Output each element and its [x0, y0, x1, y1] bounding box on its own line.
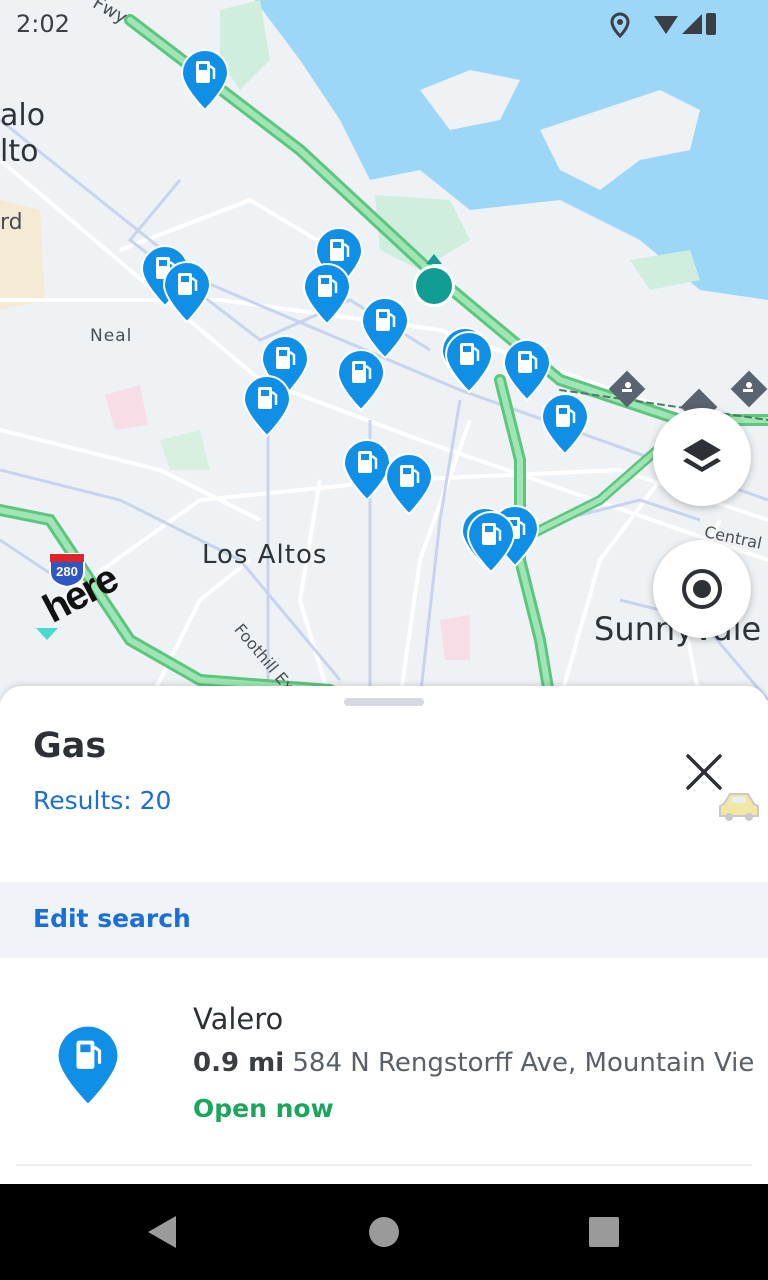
location-target-icon: [682, 569, 722, 609]
edit-search-link[interactable]: Edit search: [33, 904, 191, 933]
result-name: Valero: [193, 1002, 284, 1036]
gas-pin-icon[interactable]: [384, 452, 434, 516]
edit-search-bar[interactable]: Edit search: [0, 882, 768, 958]
status-time: 2:02: [16, 10, 70, 38]
result-open-status: Open now: [193, 1094, 334, 1123]
map-view[interactable]: alo lto rd Neal Los Altos Foothill Expy …: [0, 0, 768, 700]
gas-pin-icon[interactable]: [180, 48, 230, 112]
gas-pin-icon[interactable]: [302, 262, 352, 326]
gas-station-icon: [56, 1024, 120, 1106]
gas-pin-icon[interactable]: [336, 348, 386, 412]
results-sheet: Gas Results: 20 Edit search Valero 0.9 m…: [0, 686, 768, 1184]
status-icons: [586, 10, 716, 42]
map-label-alto: lto: [0, 134, 39, 169]
map-label-neal: Neal: [90, 326, 133, 346]
nav-back-button[interactable]: [144, 1214, 180, 1254]
sheet-title: Gas: [33, 726, 107, 766]
result-details: 0.9 mi 584 N Rengstorff Ave, Mountain Vi…: [193, 1048, 753, 1078]
back-triangle-icon: [148, 1216, 176, 1248]
map-layers-button[interactable]: [653, 408, 751, 506]
sheet-drag-handle[interactable]: [344, 698, 424, 706]
recents-square-icon: [589, 1217, 619, 1247]
nav-home-button[interactable]: [368, 1216, 400, 1252]
here-logo: here: [36, 557, 126, 644]
map-label-rd: rd: [0, 210, 23, 235]
status-bar: 2:02: [0, 0, 768, 48]
my-location-button[interactable]: [653, 540, 751, 638]
home-circle-icon: [369, 1217, 399, 1247]
layers-icon: [683, 439, 721, 472]
divider: [16, 1164, 752, 1166]
result-item[interactable]: Valero 0.9 mi 584 N Rengstorff Ave, Moun…: [0, 958, 768, 1168]
map-label-palo: alo: [0, 98, 46, 133]
nav-recents-button[interactable]: [589, 1217, 619, 1251]
results-count: Results: 20: [33, 786, 172, 815]
gas-pin-icon[interactable]: [540, 392, 590, 456]
gas-pin-icon[interactable]: [242, 374, 292, 438]
car-icon: [718, 790, 760, 824]
gas-pin-icon[interactable]: [162, 260, 212, 324]
result-distance: 0.9 mi: [193, 1048, 285, 1078]
map-label-los-altos: Los Altos: [202, 540, 328, 570]
gas-pin-icon[interactable]: [466, 510, 516, 574]
result-address: 584 N Rengstorff Ave, Mountain Vie…: [292, 1048, 753, 1078]
system-nav-bar: [0, 1184, 768, 1280]
gas-pin-icon[interactable]: [444, 330, 494, 394]
